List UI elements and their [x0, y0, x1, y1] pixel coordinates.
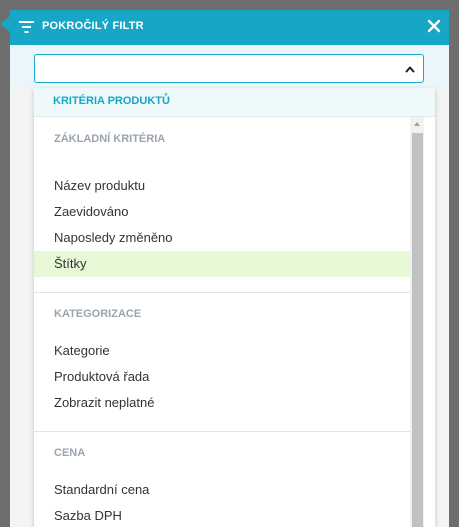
list-item-registered[interactable]: Zaevidováno [34, 199, 410, 225]
panel-header: POKROČILÝ FILTR [0, 10, 449, 45]
scroll-up-arrow-icon[interactable] [410, 117, 424, 131]
group-label-price: CENA [54, 447, 86, 459]
group-label-basic: ZÁKLADNÍ KRITÉRIA [54, 133, 166, 145]
group-divider [34, 431, 410, 432]
list-item-last-changed[interactable]: Naposledy změněno [34, 225, 410, 251]
list-item-product-name[interactable]: Název produktu [34, 173, 410, 199]
criteria-dropdown: KRITÉRIA PRODUKTŮ ZÁKLADNÍ KRITÉRIA Náze… [34, 88, 435, 527]
filter-icon[interactable] [19, 20, 34, 34]
list-item-product-line[interactable]: Produktová řada [34, 364, 410, 390]
list-item-show-invalid[interactable]: Zobrazit neplatné [34, 390, 410, 416]
dropdown-scrollbar[interactable] [410, 117, 424, 527]
group-label-categorization: KATEGORIZACE [54, 308, 142, 320]
group-divider [34, 292, 410, 293]
list-item-category[interactable]: Kategorie [34, 338, 410, 364]
close-icon[interactable] [427, 19, 441, 33]
header-tab-notch [0, 16, 10, 32]
criteria-select[interactable] [34, 54, 424, 83]
criteria-list: ZÁKLADNÍ KRITÉRIA Název produktu Zaevido… [34, 117, 410, 527]
list-item-standard-price[interactable]: Standardní cena [34, 477, 410, 503]
advanced-filter-panel: POKROČILÝ FILTR KRITÉRIA PRODUKTŮ ZÁKLAD… [0, 10, 449, 527]
dropdown-header-label: KRITÉRIA PRODUKTŮ [53, 95, 170, 107]
list-item-vat-rate[interactable]: Sazba DPH [34, 503, 410, 527]
chevron-up-icon[interactable] [405, 65, 415, 73]
scrollbar-thumb[interactable] [412, 133, 423, 527]
list-item-tags[interactable]: Štítky [34, 251, 410, 277]
panel-title: POKROČILÝ FILTR [42, 20, 144, 32]
criteria-select-area [10, 45, 449, 88]
dropdown-header: KRITÉRIA PRODUKTŮ [34, 88, 435, 117]
